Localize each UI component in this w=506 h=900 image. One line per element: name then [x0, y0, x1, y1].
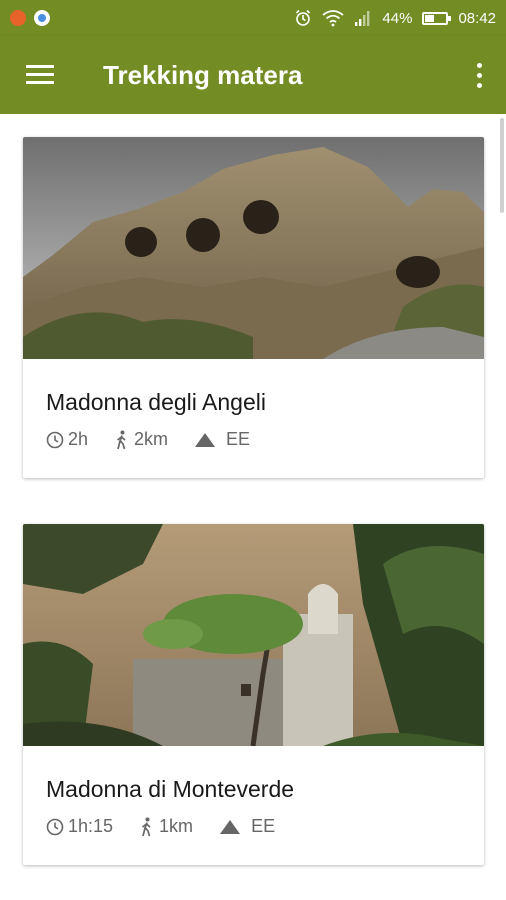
trail-list[interactable]: Madonna degli Angeli 2h 2km EE Madonna d… [0, 114, 506, 900]
alarm-icon [296, 9, 311, 26]
trail-card[interactable]: Madonna di Monteverde 1h:15 1km EE [23, 524, 484, 865]
menu-button[interactable] [26, 65, 54, 85]
difficulty-value: EE [226, 429, 251, 449]
trail-title: Madonna degli Angeli [46, 389, 266, 415]
distance-value: 1km [159, 816, 194, 836]
distance: 1km [139, 816, 193, 837]
trail-title: Madonna di Monteverde [46, 776, 295, 802]
mountain-icon [220, 819, 241, 834]
mountain-icon [195, 432, 216, 447]
trail-card[interactable]: Madonna degli Angeli 2h 2km EE [23, 137, 484, 478]
status-bar: 44% 08:42 [0, 0, 506, 36]
app-notification-icon [10, 10, 26, 26]
trail-photo [23, 137, 484, 359]
system-icons: 44% 08:42 [294, 9, 496, 27]
clock-icon [46, 431, 64, 448]
difficulty: EE [194, 429, 250, 450]
app-title: Trekking matera [103, 60, 303, 90]
distance: 2km [114, 429, 168, 450]
battery-level [425, 14, 435, 22]
distance-value: 2km [134, 429, 169, 449]
clock: 08:42 [458, 9, 496, 27]
walking-icon [142, 817, 151, 836]
overflow-menu-button[interactable] [474, 63, 484, 89]
chrome-notification-icon [34, 10, 50, 26]
trail-photo [23, 524, 484, 746]
duration-value: 2h [68, 429, 89, 449]
scrollbar[interactable] [500, 118, 504, 213]
battery-percent: 44% [382, 9, 413, 27]
notification-icons [10, 10, 50, 26]
battery-icon [422, 11, 452, 25]
difficulty-value: EE [251, 816, 276, 836]
clock-icon [46, 818, 64, 835]
duration-value: 1h:15 [68, 816, 114, 836]
signal-icon [355, 11, 370, 26]
difficulty: EE [219, 816, 275, 837]
duration: 1h:15 [46, 816, 113, 837]
wifi-icon [322, 10, 344, 27]
app-bar: Trekking matera [0, 36, 506, 114]
duration: 2h [46, 429, 88, 450]
trail-meta: 2h 2km EE [46, 429, 276, 450]
walking-icon [117, 430, 126, 449]
trail-meta: 1h:15 1km EE [46, 816, 301, 837]
